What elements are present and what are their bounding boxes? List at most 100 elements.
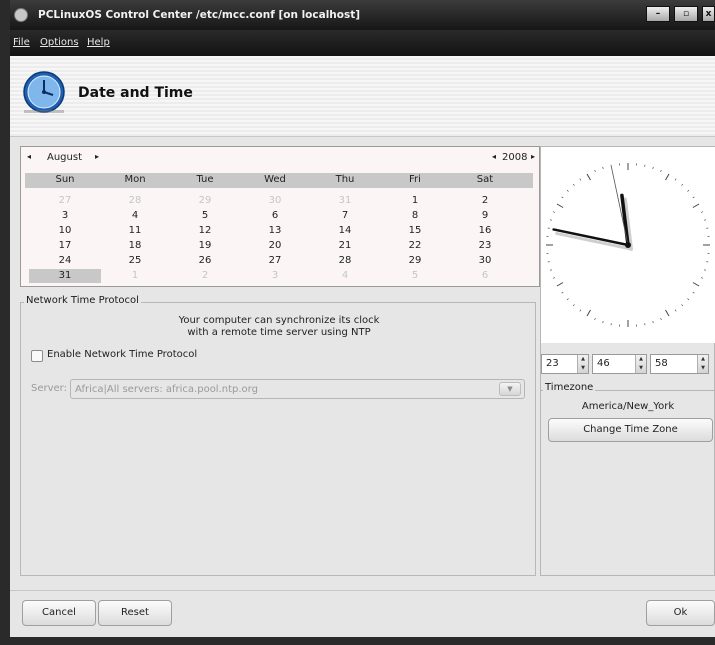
ntp-description-line2: with a remote time server using NTP	[187, 327, 371, 338]
calendar-day[interactable]: 30	[239, 194, 311, 208]
menu-options[interactable]: Options	[40, 37, 79, 48]
cancel-button[interactable]: Cancel	[22, 600, 96, 626]
ok-button[interactable]: Ok	[646, 600, 715, 626]
second-value: 58	[655, 358, 668, 369]
clock-tick	[700, 211, 704, 213]
clock-tick	[660, 317, 662, 321]
timezone-value: America/New_York	[581, 401, 675, 412]
minimize-button[interactable]: –	[646, 6, 670, 22]
server-value: Africa|All servers: africa.pool.ntp.org	[75, 384, 258, 395]
clock-center	[625, 242, 631, 248]
calendar-day[interactable]: 30	[449, 254, 521, 268]
calendar-day[interactable]: 3	[29, 209, 101, 223]
year-label[interactable]: 2008	[502, 152, 527, 163]
calendar-day[interactable]: 6	[239, 209, 311, 223]
hour-value: 23	[546, 358, 559, 369]
calendar-day[interactable]: 26	[169, 254, 241, 268]
clock-tick	[674, 178, 677, 181]
calendar-day[interactable]: 29	[169, 194, 241, 208]
menu-help[interactable]: Help	[87, 37, 110, 48]
calendar-day[interactable]: 2	[169, 269, 241, 283]
change-time-zone-button[interactable]: Change Time Zone	[548, 418, 713, 442]
calendar-day[interactable]: 23	[449, 239, 521, 253]
minute-hand-shadow	[555, 231, 633, 251]
bottom-edge	[10, 637, 715, 645]
minute-spinbox[interactable]: 46 ▲ ▼	[592, 354, 647, 374]
calendar-day[interactable]: 15	[379, 224, 451, 238]
clock-tick	[665, 173, 670, 181]
calendar-day[interactable]: 1	[99, 269, 171, 283]
calendar-day[interactable]: 4	[99, 209, 171, 223]
calendar-day[interactable]: 31	[29, 269, 101, 283]
calendar-day[interactable]: 22	[379, 239, 451, 253]
calendar-day[interactable]: 11	[99, 224, 171, 238]
calendar-day[interactable]: 13	[239, 224, 311, 238]
clock-tick	[700, 277, 704, 279]
calendar-day[interactable]: 21	[309, 239, 381, 253]
clock-tick	[556, 203, 564, 208]
weekday-label: Sat	[476, 174, 494, 185]
calendar-day[interactable]: 3	[239, 269, 311, 283]
window-title: PCLinuxOS Control Center /etc/mcc.conf […	[38, 9, 361, 21]
ntp-description-line1: Your computer can synchronize its clock	[178, 315, 380, 326]
calendar-day[interactable]: 19	[169, 239, 241, 253]
calendar-day[interactable]: 18	[99, 239, 171, 253]
close-button[interactable]: x	[702, 6, 715, 22]
clock-tick	[552, 277, 556, 279]
prev-year-button[interactable]: ◂	[492, 152, 496, 161]
prev-month-button[interactable]: ◂	[27, 152, 31, 161]
calendar-day[interactable]: 24	[29, 254, 101, 268]
next-month-button[interactable]: ▸	[95, 152, 99, 161]
clock-tick	[652, 166, 654, 170]
next-year-button[interactable]: ▸	[531, 152, 535, 161]
month-label[interactable]: August	[47, 152, 82, 163]
calendar-day[interactable]: 12	[169, 224, 241, 238]
minute-spin-arrows[interactable]: ▲ ▼	[635, 355, 646, 373]
calendar-day[interactable]: 17	[29, 239, 101, 253]
reset-button[interactable]: Reset	[98, 600, 172, 626]
calendar-day[interactable]: 20	[239, 239, 311, 253]
calendar-day[interactable]: 1	[379, 194, 451, 208]
calendar-nav: ◂ August ▸ ◂ 2008 ▸	[21, 147, 539, 169]
maximize-button[interactable]: ▫	[674, 6, 698, 22]
calendar-day[interactable]: 16	[449, 224, 521, 238]
calendar-day[interactable]: 6	[449, 269, 521, 283]
clock-tick	[703, 219, 707, 221]
clock-tick	[549, 219, 553, 221]
clock-tick	[652, 320, 654, 324]
server-label: Server:	[31, 383, 67, 394]
calendar-day[interactable]: 27	[29, 194, 101, 208]
minute-value: 46	[597, 358, 610, 369]
title-bar[interactable]: PCLinuxOS Control Center /etc/mcc.conf […	[10, 0, 715, 30]
calendar-day[interactable]: 27	[239, 254, 311, 268]
calendar-day[interactable]: 14	[309, 224, 381, 238]
clock-tick	[703, 269, 707, 271]
clock-tick	[586, 173, 591, 181]
clock-tick	[692, 196, 695, 199]
menu-file[interactable]: File	[13, 37, 30, 48]
calendar-day[interactable]: 2	[449, 194, 521, 208]
calendar-day[interactable]: 5	[379, 269, 451, 283]
calendar-day[interactable]: 8	[379, 209, 451, 223]
calendar-day[interactable]: 4	[309, 269, 381, 283]
calendar-day[interactable]: 25	[99, 254, 171, 268]
calendar-day[interactable]: 10	[29, 224, 101, 238]
calendar-day[interactable]: 28	[309, 254, 381, 268]
enable-ntp-checkbox[interactable]	[31, 350, 43, 362]
second-spinbox[interactable]: 58 ▲ ▼	[650, 354, 709, 374]
server-select[interactable]: Africa|All servers: africa.pool.ntp.org …	[70, 379, 525, 399]
hour-spinbox[interactable]: 23 ▲ ▼	[541, 354, 589, 374]
clock-tick	[602, 166, 604, 170]
calendar-day[interactable]: 9	[449, 209, 521, 223]
calendar-day[interactable]: 31	[309, 194, 381, 208]
enable-ntp-label[interactable]: Enable Network Time Protocol	[47, 349, 197, 360]
chevron-down-icon[interactable]: ▼	[499, 382, 521, 396]
calendar-day[interactable]: 7	[309, 209, 381, 223]
hour-spin-arrows[interactable]: ▲ ▼	[577, 355, 588, 373]
second-spin-arrows[interactable]: ▲ ▼	[697, 355, 708, 373]
calendar-day[interactable]: 28	[99, 194, 171, 208]
app-icon	[14, 8, 28, 22]
calendar-day[interactable]: 5	[169, 209, 241, 223]
calendar-day[interactable]: 29	[379, 254, 451, 268]
clock-tick	[594, 169, 596, 173]
